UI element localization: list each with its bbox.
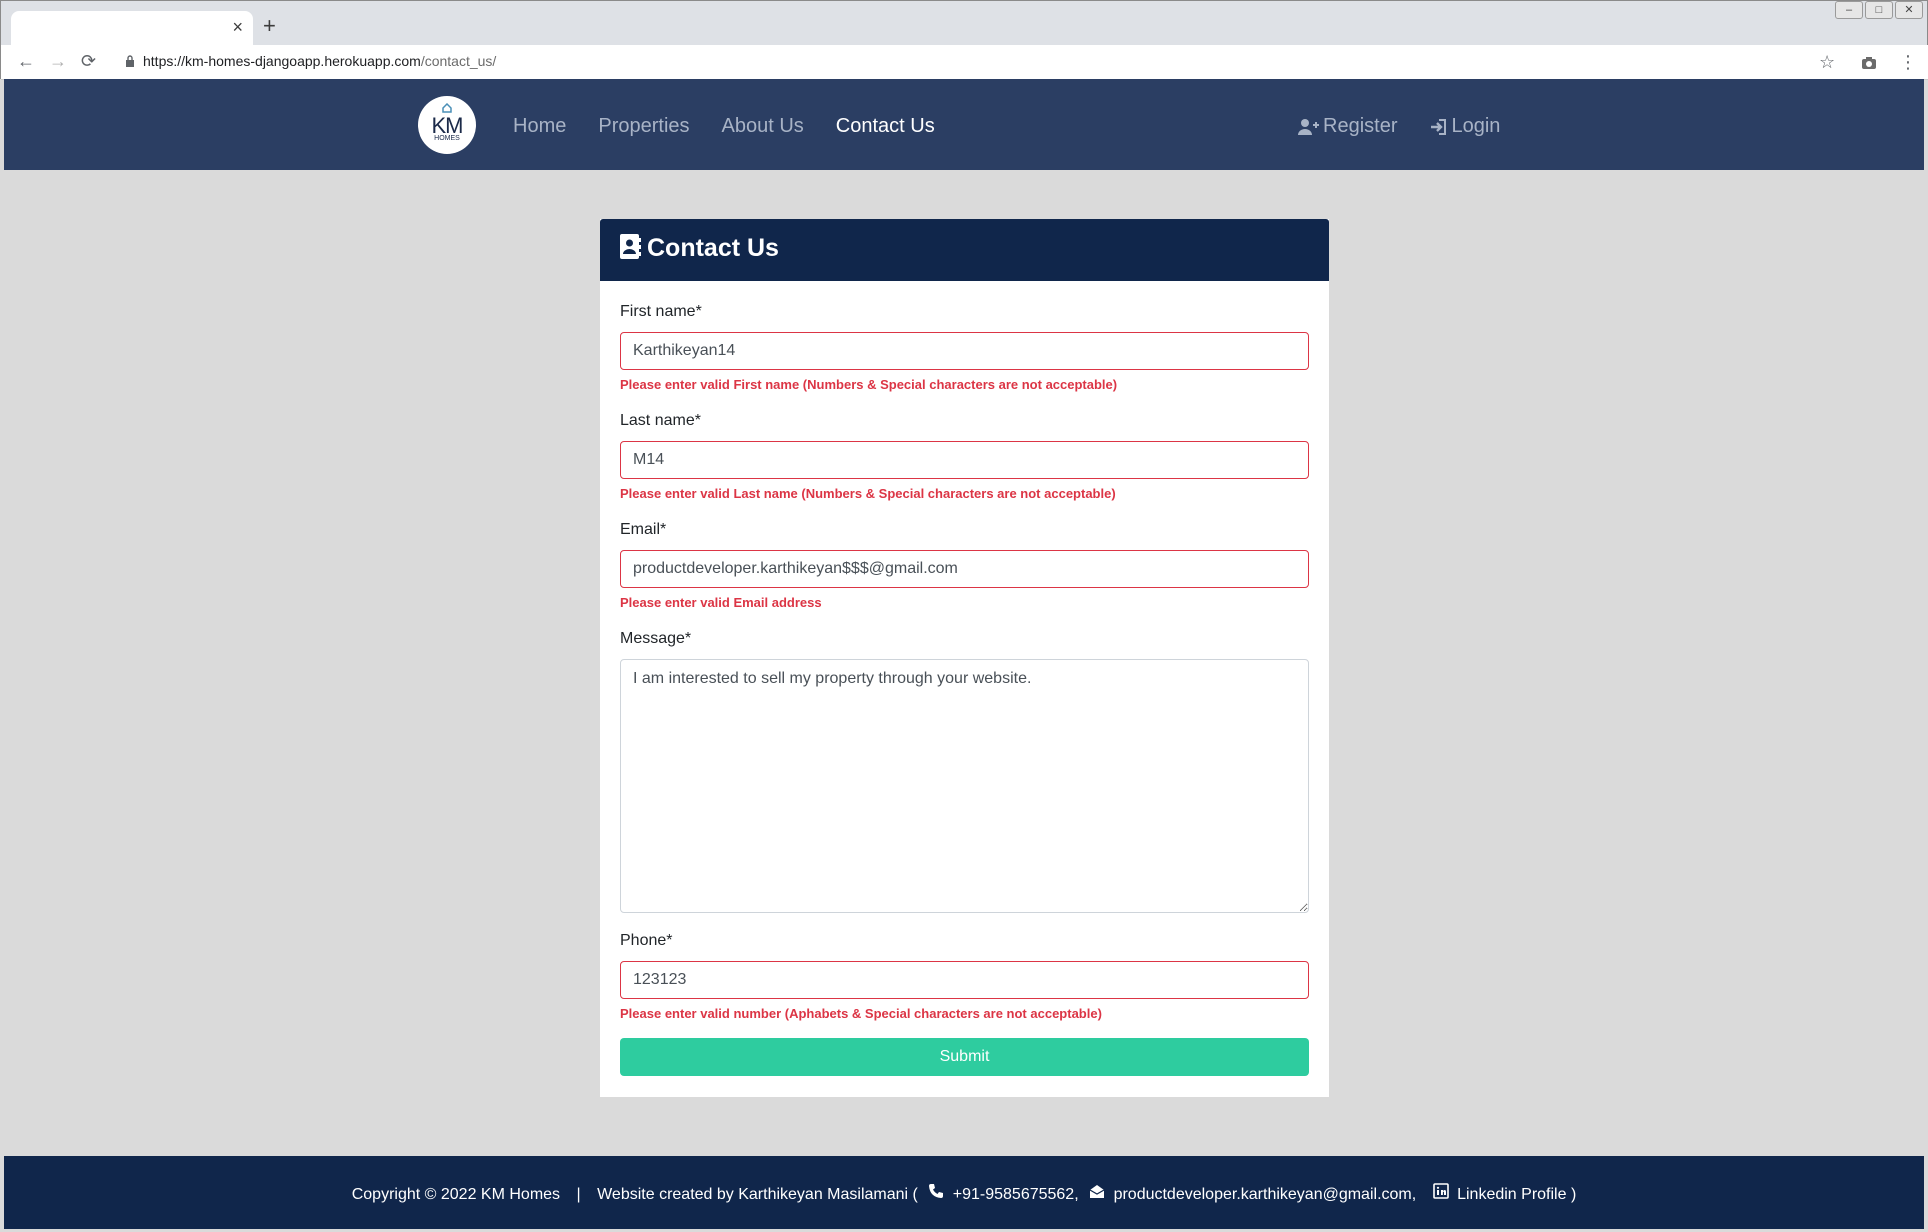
contact-form-header: Contact Us: [600, 219, 1329, 281]
nav-about-us[interactable]: About Us: [722, 115, 804, 138]
camera-icon[interactable]: [1861, 56, 1877, 70]
maximize-button[interactable]: □: [1865, 1, 1893, 19]
minimize-button[interactable]: –: [1835, 1, 1863, 19]
site-navbar: KM HOMES Home Properties About Us Contac…: [4, 79, 1924, 170]
envelope-open-icon: [1089, 1185, 1105, 1198]
footer-created-by: Website created by Karthikeyan Masilaman…: [597, 1185, 918, 1203]
last-name-label: Last name*: [620, 412, 701, 429]
tab-close-icon[interactable]: ×: [232, 17, 243, 38]
register-link[interactable]: Register: [1297, 115, 1397, 138]
bookmark-star-icon[interactable]: ☆: [1819, 52, 1835, 73]
phone-label: Phone*: [620, 932, 673, 949]
first-name-label: First name*: [620, 303, 702, 320]
footer-content: Copyright © 2022 KM Homes | Website crea…: [4, 1183, 1924, 1204]
register-label: Register: [1323, 115, 1398, 137]
nav-properties[interactable]: Properties: [598, 115, 689, 138]
footer-copyright: Copyright © 2022 KM Homes: [351, 1185, 561, 1203]
address-bar[interactable]: https://km-homes-djangoapp.herokuapp.com…: [143, 53, 496, 69]
nav-links: Home Properties About Us Contact Us: [513, 115, 935, 138]
nav-contact-us[interactable]: Contact Us: [836, 115, 935, 138]
email-error: Please enter valid Email address: [620, 595, 822, 610]
footer-phone: +91-9585675562,: [952, 1185, 1079, 1203]
email-input[interactable]: [620, 550, 1309, 588]
site-logo[interactable]: KM HOMES: [418, 96, 476, 154]
url-host: https://km-homes-djangoapp.herokuapp.com: [143, 53, 421, 69]
nav-home[interactable]: Home: [513, 115, 566, 138]
browser-tab[interactable]: ×: [11, 11, 253, 45]
user-plus-icon: [1298, 118, 1319, 135]
submit-button[interactable]: Submit: [620, 1038, 1309, 1076]
last-name-error: Please enter valid Last name (Numbers & …: [620, 486, 1116, 501]
phone-error: Please enter valid number (Aphabets & Sp…: [620, 1006, 1102, 1021]
first-name-error: Please enter valid First name (Numbers &…: [620, 377, 1118, 392]
footer-linkedin[interactable]: Linkedin Profile ): [1457, 1186, 1576, 1204]
new-tab-button[interactable]: +: [263, 13, 276, 39]
logo-subtext: HOMES: [434, 135, 460, 142]
browser-menu-icon[interactable]: ⋮: [1899, 52, 1917, 73]
browser-window: × + – □ ✕ ← → ⟳ https://km-homes-djangoa…: [0, 0, 1928, 80]
first-name-input[interactable]: [620, 332, 1309, 370]
footer-separator: |: [576, 1185, 581, 1203]
last-name-input[interactable]: [620, 441, 1309, 479]
sign-in-icon: [1431, 118, 1447, 135]
login-label: Login: [1451, 115, 1501, 137]
house-icon: [442, 103, 452, 113]
lock-icon: [126, 55, 134, 67]
contact-form-card: Contact Us First name* Please enter vali…: [600, 219, 1329, 1097]
phone-icon: [929, 1184, 944, 1198]
browser-toolbar: ← → ⟳ https://km-homes-djangoapp.herokua…: [1, 45, 1928, 80]
login-link[interactable]: Login: [1429, 115, 1500, 138]
tab-strip: × + – □ ✕: [1, 1, 1928, 45]
reload-icon[interactable]: ⟳: [81, 51, 96, 72]
address-book-icon: [620, 234, 641, 259]
linkedin-icon: [1432, 1183, 1449, 1199]
back-icon[interactable]: ←: [17, 51, 35, 72]
form-title: Contact Us: [647, 234, 779, 262]
message-label: Message*: [620, 630, 692, 647]
close-window-button[interactable]: ✕: [1895, 1, 1923, 19]
footer-email[interactable]: productdeveloper.karthikeyan@gmail.com,: [1114, 1186, 1417, 1204]
url-path: /contact_us/: [420, 53, 497, 69]
page: KM HOMES Home Properties About Us Contac…: [4, 79, 1924, 1229]
message-textarea[interactable]: I am interested to sell my property thro…: [620, 659, 1309, 913]
forward-icon[interactable]: →: [49, 51, 67, 72]
window-controls: – □ ✕: [1835, 1, 1923, 19]
email-label: Email*: [620, 521, 667, 538]
site-footer: Copyright © 2022 KM Homes | Website crea…: [4, 1156, 1924, 1229]
phone-input[interactable]: [620, 961, 1309, 999]
nav-auth: Register Login: [1297, 115, 1500, 138]
